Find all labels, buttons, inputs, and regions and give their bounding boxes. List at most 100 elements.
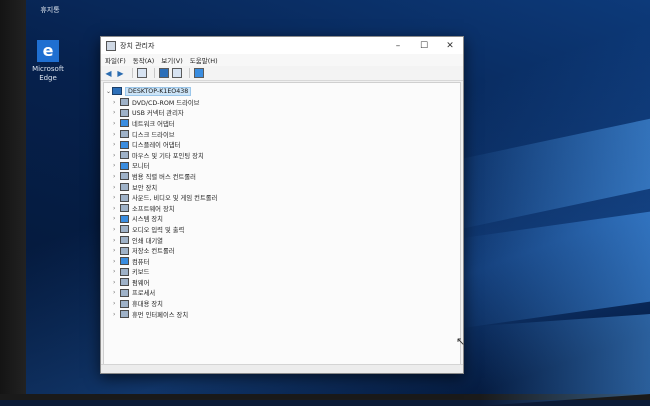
tree-item-storage-controller[interactable]: › 저장소 컨트롤러 (113, 245, 217, 256)
tree-item-print-queue[interactable]: › 인쇄 대기열 (113, 235, 217, 246)
expand-chevron-icon[interactable]: › (113, 215, 120, 222)
menu-help[interactable]: 도움말(H) (190, 55, 218, 65)
tree-item-label: 범용 직렬 버스 컨트롤러 (132, 173, 196, 181)
mouse-icon (120, 151, 129, 160)
menu-view[interactable]: 보기(V) (161, 55, 182, 65)
details-icon[interactable] (172, 68, 182, 78)
tree-item-portable-device[interactable]: › 휴대용 장치 (113, 298, 217, 309)
properties-icon[interactable] (137, 68, 147, 78)
tree-item-label: USB 커넥터 관리자 (132, 110, 184, 118)
window-title: 장치 관리자 (120, 41, 155, 50)
expand-chevron-icon[interactable]: › (113, 120, 120, 127)
tree-item-label: 프로세서 (132, 290, 156, 298)
tree-item-keyboard[interactable]: › 키보드 (113, 267, 217, 278)
expand-chevron-icon[interactable]: › (113, 247, 120, 254)
tree-item-label: 펌웨어 (132, 279, 150, 287)
tree-item-label: 오디오 입력 및 출력 (132, 226, 185, 234)
tree-item-processor[interactable]: › 프로세서 (113, 288, 217, 299)
tree-item-label: 디스크 드라이브 (132, 131, 175, 139)
expand-chevron-icon[interactable]: › (113, 279, 120, 286)
device-category-list: › DVD/CD-ROM 드라이브 › USB 커넥터 관리자 › 네트워크 어댑터 … (113, 97, 217, 319)
tree-item-hid[interactable]: › 휴먼 인터페이스 장치 (113, 309, 217, 320)
hid-icon (120, 310, 129, 319)
menu-file[interactable]: 파일(F) (105, 55, 126, 65)
forward-arrow-icon[interactable]: ▶ (116, 69, 125, 78)
tree-item-sound-controller[interactable]: › 사운드, 비디오 및 게임 컨트롤러 (113, 192, 217, 203)
tree-item-label: 휴먼 인터페이스 장치 (132, 311, 189, 319)
expand-chevron-icon[interactable]: › (113, 109, 120, 116)
firmware-icon (120, 278, 129, 287)
tree-root[interactable]: ⌄ DESKTOP-K1EO438 (106, 86, 192, 96)
tree-item-label: 컴퓨터 (132, 258, 150, 266)
speaker-icon (120, 193, 129, 202)
minimize-button[interactable]: – (385, 41, 411, 51)
tree-item-label: 저장소 컨트롤러 (132, 248, 175, 256)
toolbar: ◀ ▶ (101, 66, 463, 81)
toolbar-separator (132, 68, 133, 78)
mouse-cursor-icon: ↖ (456, 335, 466, 348)
device-manager-icon (106, 40, 116, 51)
toolbar-separator (189, 68, 190, 78)
tree-item-label: 디스플레이 어댑터 (132, 142, 181, 150)
computer-icon (120, 257, 129, 266)
tree-item-network-adapter[interactable]: › 네트워크 어댑터 (113, 118, 217, 129)
tree-item-label: 키보드 (132, 269, 150, 277)
expand-chevron-icon[interactable]: › (113, 162, 120, 169)
edge-icon: e (37, 40, 59, 62)
usb-icon (120, 108, 129, 117)
tree-item-display-adapter[interactable]: › 디스플레이 어댑터 (113, 139, 217, 150)
expand-chevron-icon[interactable]: › (113, 226, 120, 233)
title-bar[interactable]: 장치 관리자 – ☐ ✕ (101, 37, 463, 54)
tree-item-system-device[interactable]: › 시스템 장치 (113, 214, 217, 225)
processor-icon (120, 288, 129, 297)
monitor-bezel (0, 0, 26, 400)
desktop-icon-label: Microsoft Edge (32, 65, 64, 82)
tree-item-firmware[interactable]: › 펌웨어 (113, 277, 217, 288)
expand-chevron-icon[interactable]: › (113, 141, 120, 148)
device-manager-window: 장치 관리자 – ☐ ✕ 파일(F) 동작(A) 보기(V) 도움말(H) ◀ … (100, 36, 465, 374)
usb-controller-icon (120, 172, 129, 181)
expand-chevron-icon[interactable]: › (113, 300, 120, 307)
desktop-icon-edge[interactable]: e Microsoft Edge (26, 40, 70, 83)
expand-chevron-icon[interactable]: › (113, 258, 120, 265)
tree-item-dvd-drive[interactable]: › DVD/CD-ROM 드라이브 (113, 97, 217, 108)
tree-item-label: 마우스 및 기타 포인팅 장치 (132, 152, 204, 160)
tree-item-mouse[interactable]: › 마우스 및 기타 포인팅 장치 (113, 150, 217, 161)
expand-chevron-icon[interactable]: › (113, 99, 120, 106)
desktop-icon-recycle-bin[interactable]: 휴지통 (28, 0, 72, 15)
tree-item-label: 모니터 (132, 163, 150, 171)
tree-item-software-device[interactable]: › 소프트웨어 장치 (113, 203, 217, 214)
expand-chevron-icon[interactable]: › (113, 131, 120, 138)
expand-chevron-icon[interactable]: › (113, 184, 120, 191)
expand-chevron-icon[interactable]: › (113, 194, 120, 201)
root-label: DESKTOP-K1EO438 (125, 86, 192, 96)
monitor-icon[interactable] (194, 68, 204, 78)
tree-item-label: 휴대용 장치 (132, 301, 163, 309)
tree-item-usb-controller[interactable]: › 범용 직렬 버스 컨트롤러 (113, 171, 217, 182)
tree-item-monitor[interactable]: › 모니터 (113, 161, 217, 172)
expand-chevron-icon[interactable]: › (113, 173, 120, 180)
tree-item-disk-drive[interactable]: › 디스크 드라이브 (113, 129, 217, 140)
keyboard-icon (120, 267, 129, 276)
tree-item-computer[interactable]: › 컴퓨터 (113, 256, 217, 267)
device-tree[interactable]: ⌄ DESKTOP-K1EO438 › DVD/CD-ROM 드라이브 › USB … (103, 82, 465, 366)
menu-action[interactable]: 동작(A) (133, 55, 154, 65)
tree-item-audio-io[interactable]: › 오디오 입력 및 출력 (113, 224, 217, 235)
expand-chevron-icon[interactable]: › (113, 205, 120, 212)
expand-chevron-icon[interactable]: › (113, 289, 120, 296)
disk-icon (120, 130, 129, 139)
toolbar-separator (154, 68, 155, 78)
expand-chevron-icon[interactable]: › (113, 268, 120, 275)
close-button[interactable]: ✕ (437, 41, 463, 51)
recycle-bin-icon (43, 0, 57, 4)
back-arrow-icon[interactable]: ◀ (104, 69, 113, 78)
tree-item-usb-connector[interactable]: › USB 커넥터 관리자 (113, 108, 217, 119)
help-icon[interactable] (159, 68, 169, 78)
tree-item-security-device[interactable]: › 보안 장치 (113, 182, 217, 193)
network-icon (120, 119, 129, 128)
maximize-button[interactable]: ☐ (411, 41, 437, 51)
expand-chevron-icon[interactable]: › (113, 152, 120, 159)
menu-bar: 파일(F) 동작(A) 보기(V) 도움말(H) (101, 54, 463, 66)
expand-chevron-icon[interactable]: › (113, 237, 120, 244)
expand-chevron-icon[interactable]: › (113, 311, 120, 318)
